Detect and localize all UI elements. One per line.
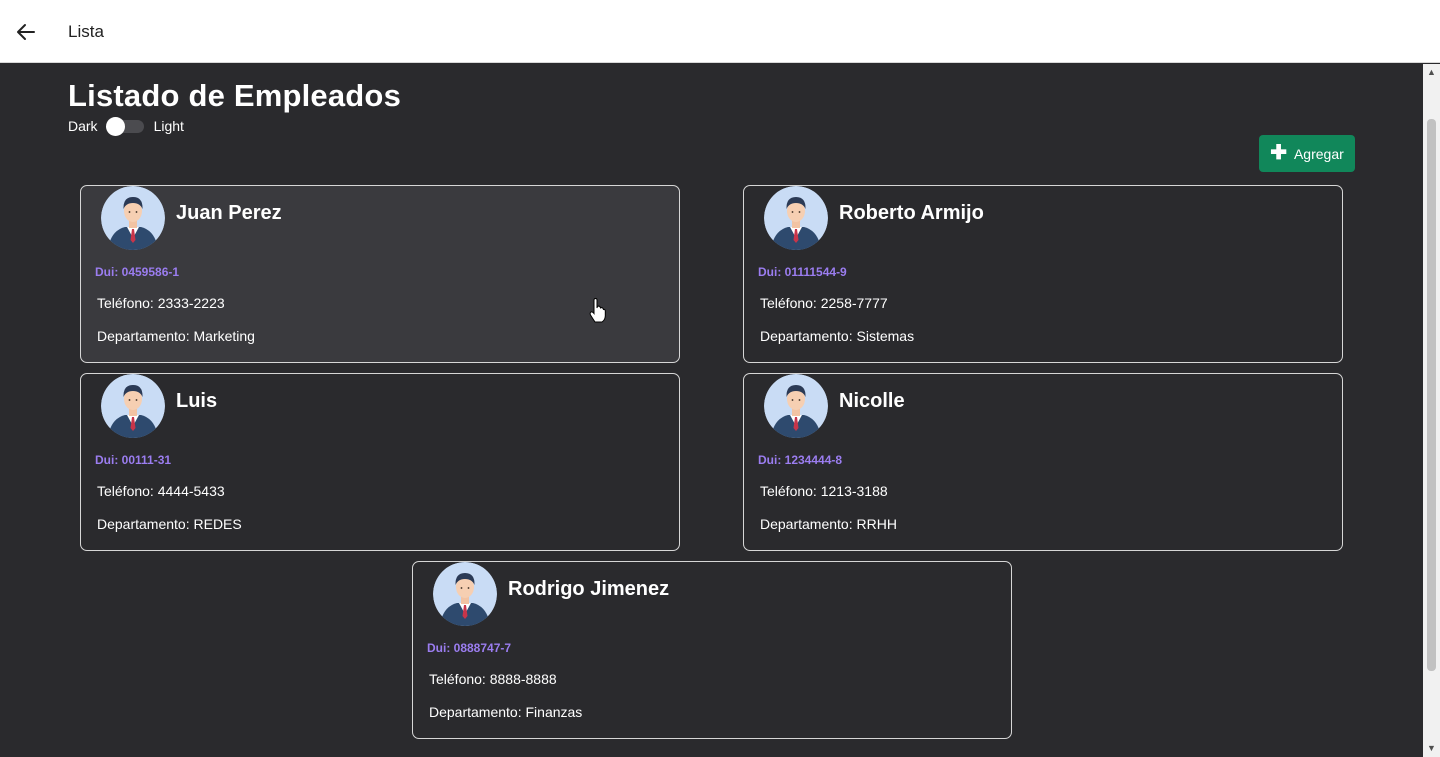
businessman-avatar-icon — [764, 186, 828, 250]
add-employee-button[interactable]: ✚ Agregar — [1259, 135, 1355, 172]
header-title: Lista — [68, 22, 104, 41]
employee-department: Departamento: Sistemas — [760, 328, 915, 344]
employee-department: Departamento: Marketing — [97, 328, 255, 344]
businessman-avatar-icon — [101, 374, 165, 438]
scroll-down-arrow-icon[interactable]: ▼ — [1423, 740, 1440, 757]
employee-phone: Teléfono: 4444-5433 — [97, 483, 225, 499]
employee-phone: Teléfono: 1213-3188 — [760, 483, 888, 499]
employee-card[interactable]: Rodrigo Jimenez Dui: 0888747-7 Teléfono:… — [412, 561, 1012, 739]
employee-dui: Dui: 00111-31 — [95, 453, 172, 467]
employee-card[interactable]: Juan Perez Dui: 0459586-1 Teléfono: 2333… — [80, 185, 680, 363]
scroll-up-arrow-icon[interactable]: ▲ — [1423, 64, 1440, 81]
employee-name: Roberto Armijo — [839, 202, 984, 224]
vertical-scrollbar[interactable]: ▲ ▼ — [1423, 64, 1440, 757]
employee-phone: Teléfono: 2333-2223 — [97, 295, 225, 311]
scrollbar-thumb[interactable] — [1427, 119, 1436, 671]
switch-knob — [105, 117, 125, 136]
employee-name: Nicolle — [839, 390, 905, 412]
plus-icon: ✚ — [1270, 141, 1287, 164]
employee-dui: Dui: 01111544-9 — [758, 265, 847, 279]
theme-light-label: Light — [153, 118, 184, 134]
employee-department: Departamento: REDES — [97, 516, 242, 532]
employee-department: Departamento: RRHH — [760, 516, 897, 532]
add-button-label: Agregar — [1293, 145, 1344, 162]
theme-toggle-row: Dark Light — [68, 116, 184, 136]
page-title: Listado de Empleados — [68, 78, 402, 113]
app-header: Lista — [0, 0, 1440, 63]
employee-card[interactable]: Roberto Armijo Dui: 01111544-9 Teléfono:… — [743, 185, 1343, 363]
employee-phone: Teléfono: 2258-7777 — [760, 295, 888, 311]
businessman-avatar-icon — [101, 186, 165, 250]
arrow-left-icon — [17, 24, 35, 40]
employee-name: Juan Perez — [176, 202, 282, 224]
employee-name: Rodrigo Jimenez — [508, 578, 670, 600]
employee-card[interactable]: Nicolle Dui: 1234444-8 Teléfono: 1213-31… — [743, 373, 1343, 551]
employee-dui: Dui: 0459586-1 — [95, 265, 180, 279]
employee-dui: Dui: 0888747-7 — [427, 641, 512, 655]
businessman-avatar-icon — [433, 562, 497, 626]
businessman-avatar-icon — [764, 374, 828, 438]
employee-name: Luis — [176, 390, 218, 412]
employee-card[interactable]: Luis Dui: 00111-31 Teléfono: 4444-5433 D… — [80, 373, 680, 551]
theme-toggle-switch[interactable] — [105, 117, 146, 136]
theme-dark-label: Dark — [68, 118, 98, 134]
employee-department: Departamento: Finanzas — [429, 704, 583, 720]
employee-dui: Dui: 1234444-8 — [758, 453, 843, 467]
employee-phone: Teléfono: 8888-8888 — [429, 671, 557, 687]
back-button[interactable] — [14, 20, 38, 44]
main-content: Listado de Empleados Dark Light ✚ Agrega… — [0, 64, 1423, 757]
